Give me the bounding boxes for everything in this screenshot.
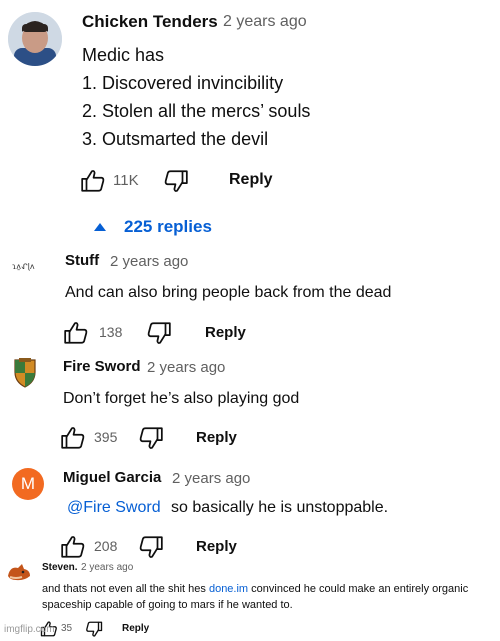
like-icon[interactable]: [60, 425, 86, 451]
comment-time[interactable]: 2 years ago: [110, 253, 188, 270]
comment-time[interactable]: 2 years ago: [147, 359, 225, 376]
link[interactable]: done.im: [209, 583, 248, 595]
comment-text-line: 1. Discovered invincibility: [82, 73, 284, 93]
avatar-text: ɿᴧ̱ᖋɭᴧ: [12, 262, 35, 271]
comment-text: Don’t forget he’s also playing god: [63, 390, 300, 407]
comment-text-content: so basically he is unstoppable.: [171, 499, 389, 516]
like-count: 35: [61, 623, 73, 634]
comment-text-line: spaceship capable of going to mars if he…: [42, 599, 293, 611]
like-count: 208: [94, 538, 118, 554]
comment-author[interactable]: Miguel Garcia: [63, 469, 161, 486]
reply-button[interactable]: Reply: [229, 171, 273, 189]
avatar[interactable]: ɿᴧ̱ᖋɭᴧ: [12, 256, 48, 272]
comment-time[interactable]: 2 years ago: [81, 562, 133, 573]
comment-text-part: and thats not even all the shit hes: [42, 583, 209, 595]
like-icon[interactable]: [80, 168, 106, 194]
like-count: 11K: [113, 172, 139, 189]
comment-text-line: 3. Outsmarted the devil: [82, 129, 269, 149]
dislike-icon[interactable]: [146, 320, 172, 346]
reply-button[interactable]: Reply: [196, 538, 237, 555]
comment-text-part: convinced he could make an entirely orga…: [248, 583, 469, 595]
like-count: 138: [99, 324, 123, 340]
avatar-letter: M: [20, 474, 36, 493]
comment-text: @Fire Sword so basically he is unstoppab…: [67, 499, 388, 517]
comment-text: And can also bring people back from the …: [65, 284, 392, 301]
watermark: imgflip.com: [4, 624, 55, 635]
shield-icon[interactable]: [12, 358, 38, 388]
chevron-up-icon: [94, 223, 106, 231]
avatar[interactable]: M: [12, 468, 44, 500]
like-icon[interactable]: [60, 534, 86, 560]
comment-author[interactable]: Stuff: [65, 252, 99, 269]
like-icon[interactable]: [63, 320, 89, 346]
dislike-icon[interactable]: [163, 168, 189, 194]
dislike-icon[interactable]: [138, 534, 164, 560]
replies-count: 225 replies: [124, 217, 212, 236]
dislike-icon[interactable]: [85, 620, 103, 638]
reply-button[interactable]: Reply: [205, 324, 246, 341]
reply-button[interactable]: Reply: [122, 623, 149, 634]
dislike-icon[interactable]: [138, 425, 164, 451]
like-count: 395: [94, 429, 118, 445]
reply-button[interactable]: Reply: [196, 429, 237, 446]
fox-icon[interactable]: [6, 562, 32, 582]
comment-text-line: 2. Stolen all the mercs’ souls: [82, 101, 311, 121]
comment-time[interactable]: 2 years ago: [223, 13, 307, 31]
avatar[interactable]: [8, 12, 62, 66]
comment-text-line: and thats not even all the shit hes done…: [42, 583, 468, 595]
comment-author[interactable]: Chicken Tenders: [82, 12, 218, 32]
comment-author[interactable]: Steven.: [42, 562, 78, 573]
comment-author[interactable]: Fire Sword: [63, 358, 141, 375]
comment-text-line: Medic has: [82, 45, 165, 65]
mention-link[interactable]: @Fire Sword: [67, 499, 161, 516]
comment-time[interactable]: 2 years ago: [172, 470, 250, 487]
